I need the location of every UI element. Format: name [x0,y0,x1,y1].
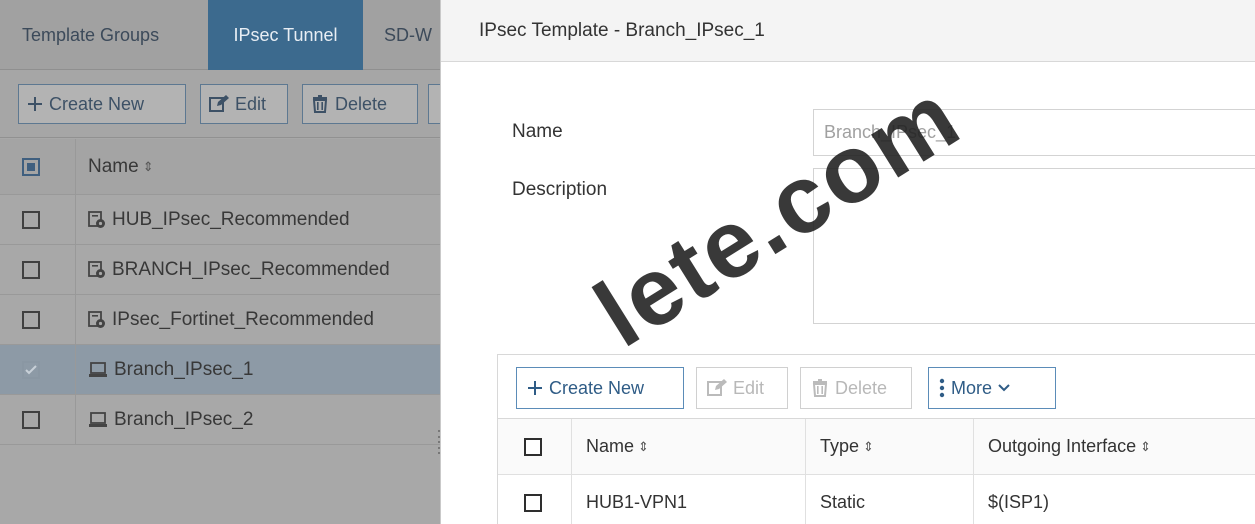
table-row[interactable]: HUB_IPsec_Recommended [0,195,440,245]
row-checkbox-cell [0,345,76,394]
row-checkbox[interactable] [22,310,40,329]
row-checkbox-cell [0,395,76,444]
select-all-cell [498,419,572,474]
ipsec-template-dialog: IPsec Template - Branch_IPsec_1 Name Des… [440,0,1255,524]
left-edit-label: Edit [235,93,267,114]
template-icon [88,210,105,228]
row-name-cell: Branch_IPsec_2 [76,409,253,431]
column-header-type-label: Type [820,436,860,456]
select-all-checkbox[interactable] [524,437,542,456]
description-label: Description [512,179,608,200]
left-delete-button[interactable]: Delete [302,84,418,124]
left-edit-button[interactable]: Edit [200,84,288,124]
left-delete-label: Delete [335,93,388,114]
row-checkbox-cell [0,245,76,294]
tunnel-table-header: Name ⇕ Type ⇕ Outgoing Interface ⇕ [498,419,1255,475]
more-label: More [951,377,993,398]
description-input[interactable] [813,168,1255,324]
sort-icon: ⇕ [1140,438,1152,454]
row-name-cell: Branch_IPsec_1 [76,359,253,381]
row-checkbox-cell [498,475,572,524]
column-header-outgoing-interface-label: Outgoing Interface [988,436,1137,456]
row-name: HUB_IPsec_Recommended [112,208,350,230]
trash-icon [312,95,328,113]
template-list-panel: Template Groups IPsec Tunnel SD-W Create… [0,0,440,524]
column-header-name-label: Name [586,436,635,456]
row-name: HUB1-VPN1 [572,475,806,524]
create-new-button[interactable]: Create New [516,367,684,409]
trash-icon [812,379,828,397]
tab-template-groups[interactable]: Template Groups [22,0,159,70]
column-header-name-label: Name [88,155,139,177]
plus-icon [528,381,542,395]
row-checkbox-checked[interactable] [22,360,40,379]
tunnel-table: Name ⇕ Type ⇕ Outgoing Interface ⇕ HUB1-… [498,419,1255,524]
row-checkbox-cell [0,195,76,244]
device-icon [89,411,107,427]
row-name-cell: BRANCH_IPsec_Recommended [76,259,390,281]
row-name-cell: IPsec_Fortinet_Recommended [76,309,374,331]
select-all-checkbox[interactable] [22,157,40,176]
column-header-name[interactable]: Name ⇕ [572,419,806,474]
select-all-cell [0,139,76,194]
tab-sd-wan[interactable]: SD-W [384,0,432,70]
sort-icon: ⇕ [863,438,874,454]
row-checkbox[interactable] [22,260,40,279]
row-checkbox-cell [0,295,76,344]
column-header-type[interactable]: Type ⇕ [806,419,974,474]
template-icon [88,310,105,328]
row-outgoing-interface: $(ISP1) [988,492,1050,512]
table-row-selected[interactable]: Branch_IPsec_1 [0,345,440,395]
row-type: Static [806,475,974,524]
row-name: IPsec_Fortinet_Recommended [112,308,374,330]
table-row[interactable]: Branch_IPsec_2 [0,395,440,445]
table-header-row: Name ⇕ [0,139,440,195]
column-header-name[interactable]: Name ⇕ [76,156,154,178]
sort-icon: ⇕ [142,158,154,174]
column-header-outgoing-interface[interactable]: Outgoing Interface ⇕ [974,419,1255,474]
edit-button[interactable]: Edit [696,367,788,409]
more-button[interactable]: More [928,367,1056,409]
row-name-cell: HUB_IPsec_Recommended [76,209,350,231]
table-row[interactable]: IPsec_Fortinet_Recommended [0,295,440,345]
left-create-new-label: Create New [49,93,145,114]
table-row[interactable]: BRANCH_IPsec_Recommended [0,245,440,295]
plus-icon [28,97,42,111]
dialog-header: IPsec Template - Branch_IPsec_1 [441,0,1255,62]
row-name: BRANCH_IPsec_Recommended [112,258,390,280]
left-toolbar: Create New Edit Delete [0,70,440,138]
sort-icon: ⇕ [638,438,649,454]
template-icon [88,260,105,278]
left-create-new-button[interactable]: Create New [18,84,186,124]
chevron-down-icon [998,384,1010,392]
delete-button[interactable]: Delete [800,367,912,409]
edit-icon [209,95,229,112]
edit-label: Edit [733,377,765,398]
checkmark-icon [25,364,37,374]
device-icon [89,361,107,377]
tunnel-list-section: Create New Edit Delete More Name ⇕ Type … [497,354,1255,524]
row-checkbox[interactable] [22,410,40,429]
dialog-title: IPsec Template - Branch_IPsec_1 [479,20,765,41]
tunnel-toolbar: Create New Edit Delete More [498,355,1255,419]
delete-label: Delete [835,377,888,398]
tab-bar: Template Groups IPsec Tunnel SD-W [0,0,440,70]
row-checkbox[interactable] [524,493,542,512]
tab-ipsec-tunnel[interactable]: IPsec Tunnel [208,0,363,70]
create-new-label: Create New [549,377,645,398]
row-name: Branch_IPsec_2 [114,408,254,430]
name-input[interactable] [813,109,1255,156]
edit-icon [707,379,727,396]
dialog-body: Name Description Create New Edit Delete [457,62,1255,524]
left-more-button[interactable] [428,84,440,124]
kebab-menu-icon [939,378,945,398]
row-checkbox[interactable] [22,210,40,229]
table-row[interactable]: HUB1-VPN1 Static $(ISP1) [498,475,1255,524]
row-name: Branch_IPsec_1 [114,358,254,380]
name-label: Name [512,121,563,142]
template-table: Name ⇕ HUB_IPsec_Recommended BRANCH_IPse… [0,139,440,445]
